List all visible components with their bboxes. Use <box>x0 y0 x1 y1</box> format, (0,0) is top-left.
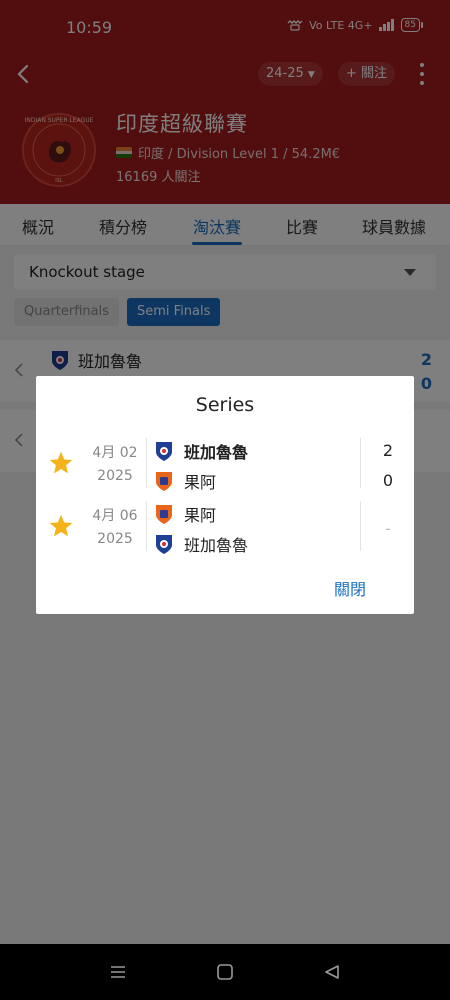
away-score: 0 <box>382 471 394 490</box>
away-team: 果阿 <box>154 469 216 493</box>
match-date: 4月 06 2025 <box>92 508 138 547</box>
divider <box>146 501 147 551</box>
home-icon[interactable] <box>215 962 235 982</box>
away-team: 班加魯魯 <box>154 532 248 556</box>
home-team: 班加魯魯 <box>154 439 248 463</box>
home-team-name: 果阿 <box>184 506 217 525</box>
series-match-row[interactable]: 4月 02 2025 班加魯魯 果阿 2 0 <box>36 436 414 492</box>
series-dialog: Series 4月 02 2025 班加魯魯 果阿 2 0 4月 06 2025… <box>36 376 414 614</box>
close-button[interactable]: 關閉 <box>334 576 366 600</box>
system-nav-bar <box>0 944 450 1000</box>
goa-crest-icon <box>156 505 172 524</box>
divider <box>146 438 147 488</box>
divider <box>360 501 361 551</box>
match-date: 4月 02 2025 <box>92 445 138 484</box>
recent-apps-icon[interactable] <box>108 962 128 982</box>
home-team-name: 班加魯魯 <box>184 443 249 462</box>
away-team-name: 班加魯魯 <box>184 536 249 555</box>
back-icon[interactable] <box>322 962 342 982</box>
away-team-name: 果阿 <box>184 473 217 492</box>
home-team: 果阿 <box>154 502 216 526</box>
star-icon[interactable] <box>48 450 74 476</box>
bengaluru-crest-icon <box>156 442 172 461</box>
home-score: 2 <box>382 441 394 460</box>
series-match-row[interactable]: 4月 06 2025 果阿 班加魯魯 - <box>36 499 414 555</box>
divider <box>360 438 361 488</box>
bengaluru-crest-icon <box>156 535 172 554</box>
dialog-title: Series <box>195 394 255 416</box>
match-score-pending: - <box>385 519 391 538</box>
star-icon[interactable] <box>48 513 74 539</box>
goa-crest-icon <box>156 472 172 491</box>
